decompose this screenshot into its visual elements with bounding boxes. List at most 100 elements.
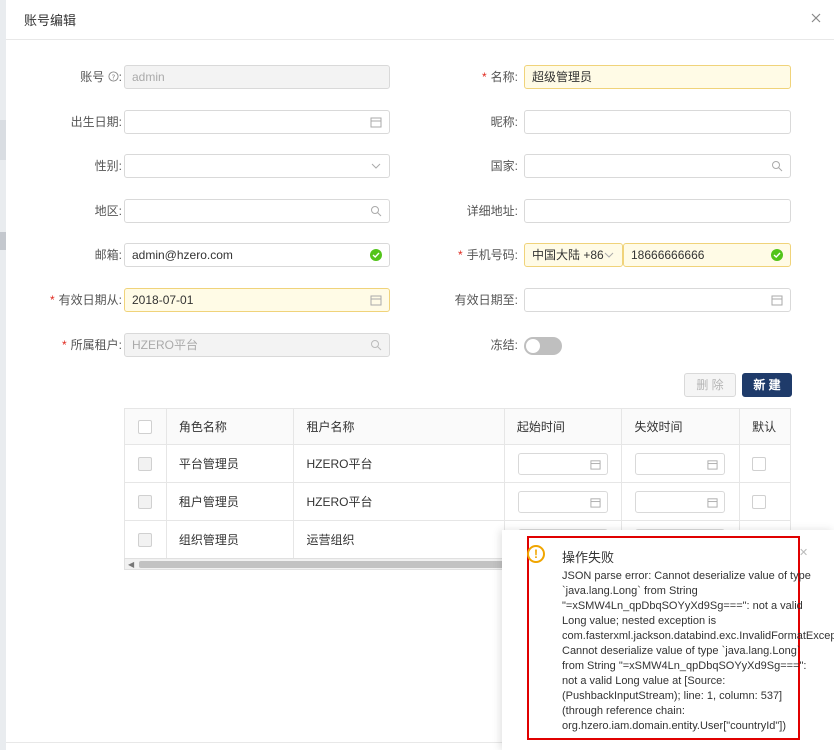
email-label: 邮箱: (94, 248, 122, 262)
close-button[interactable] (806, 8, 826, 28)
header-role-name: 角色名称 (167, 409, 295, 444)
start-time-datepicker[interactable] (517, 452, 608, 475)
start-time-datepicker[interactable] (517, 490, 608, 513)
account-value: admin (132, 70, 165, 84)
role-name-cell: 平台管理员 (167, 445, 295, 482)
valid-from-label: * 有效日期从: (49, 293, 122, 307)
valid-to-datepicker[interactable] (524, 288, 791, 312)
birthday-label: 出生日期: (70, 115, 122, 129)
default-checkbox[interactable] (752, 494, 767, 509)
modal-title: 账号编辑 (24, 13, 77, 28)
notification-close-icon[interactable]: ✕ (799, 546, 808, 559)
default-cell (740, 483, 790, 520)
table-header-row: 角色名称 租户名称 起始时间 失效时间 默认 (125, 409, 790, 445)
calendar-icon (771, 295, 783, 306)
gender-select[interactable] (124, 154, 390, 178)
name-input[interactable]: 超级管理员 (524, 65, 791, 89)
default-checkbox[interactable] (752, 456, 767, 471)
header-tenant-name: 租户名称 (294, 409, 505, 444)
valid-to-label: 有效日期至: (454, 293, 518, 307)
row-select-cell (125, 483, 167, 520)
start-time-cell (505, 483, 623, 520)
modal-header: 账号编辑 (6, 0, 834, 40)
tenant-lookup[interactable]: HZERO平台 (124, 333, 390, 357)
phone-country-code-select[interactable]: 中国大陆 +86 (524, 243, 623, 267)
calendar-icon (590, 497, 601, 508)
phone-value: 18666666666 (631, 248, 705, 262)
check-circle-icon (370, 249, 382, 261)
row-checkbox[interactable] (138, 532, 153, 547)
new-button[interactable]: 新 建 (742, 373, 792, 397)
svg-text:?: ? (111, 72, 115, 81)
scrollbar-thumb[interactable] (139, 561, 509, 568)
frozen-label: 冻结: (490, 338, 518, 352)
phone-label: * 手机号码: (457, 248, 518, 262)
header-default: 默认 (752, 420, 777, 434)
row-checkbox[interactable] (138, 494, 153, 509)
row-select-cell (125, 445, 167, 482)
role-name-cell: 组织管理员 (167, 521, 295, 558)
chevron-down-icon (371, 163, 381, 169)
tenant-name-cell: HZERO平台 (294, 445, 505, 482)
email-input[interactable]: admin@hzero.com (124, 243, 390, 267)
role-name-cell: 租户管理员 (167, 483, 295, 520)
account-label: 账号 ?: (80, 70, 122, 84)
phone-input[interactable]: 18666666666 (623, 243, 791, 267)
nickname-input[interactable] (524, 110, 791, 134)
chevron-down-icon (604, 252, 614, 258)
country-label: 国家: (490, 159, 518, 173)
check-circle-icon (771, 249, 783, 261)
address-label: 详细地址: (466, 204, 518, 218)
calendar-icon (370, 117, 382, 128)
row-checkbox[interactable] (138, 456, 153, 471)
notification-message-line: `java.lang.Long` from String (562, 585, 698, 597)
table-row: 平台管理员 HZERO平台 (125, 445, 790, 483)
notification-message-line: org.hzero.iam.domain.entity.User["countr… (562, 720, 787, 732)
notification-title: 操作失败 (562, 550, 615, 565)
notification-message-line: com.fasterxml.jackson.databind.exc.Inval… (562, 630, 834, 642)
frozen-toggle[interactable] (524, 337, 562, 355)
tenant-value: HZERO平台 (132, 338, 199, 352)
region-lookup[interactable] (124, 199, 390, 223)
select-all-cell (125, 409, 167, 444)
valid-from-datepicker[interactable]: 2018-07-01 (124, 288, 390, 312)
table-row: 租户管理员 HZERO平台 (125, 483, 790, 521)
address-input[interactable] (524, 199, 791, 223)
row-select-cell (125, 521, 167, 558)
tenant-name-cell: 运营组织 (294, 521, 505, 558)
account-input[interactable]: admin (124, 65, 390, 89)
close-icon (811, 13, 821, 23)
notification-message-line: (through reference chain: (562, 705, 685, 717)
name-value: 超级管理员 (532, 70, 593, 84)
birthday-datepicker[interactable] (124, 110, 390, 134)
delete-button[interactable]: 删 除 (684, 373, 736, 397)
region-label: 地区: (94, 204, 122, 218)
notification-message-line: Long value; nested exception is (562, 615, 717, 627)
default-cell (740, 445, 790, 482)
country-lookup[interactable] (524, 154, 791, 178)
start-time-cell (505, 445, 623, 482)
calendar-icon (707, 459, 719, 470)
help-icon: ? (108, 71, 119, 82)
select-all-checkbox[interactable] (138, 419, 153, 434)
table-horizontal-scrollbar[interactable]: ◀ (124, 558, 514, 570)
notification-message-line: from String "=xSMW4Ln_qpDbqSOYyXd9Sg==="… (562, 660, 807, 672)
notification-message-line: JSON parse error: Cannot deserialize val… (562, 570, 811, 582)
end-time-datepicker[interactable] (635, 452, 726, 475)
end-time-cell (622, 445, 741, 482)
end-time-datepicker[interactable] (635, 490, 726, 513)
valid-from-value: 2018-07-01 (132, 293, 194, 307)
nickname-label: 昵称: (490, 115, 518, 129)
gender-label: 性别: (94, 159, 122, 173)
name-label: * 名称: (481, 70, 518, 84)
end-time-cell (622, 483, 741, 520)
notification-message-line: Cannot deserialize value of type `java.l… (562, 645, 801, 657)
email-value: admin@hzero.com (132, 248, 233, 262)
scroll-left-icon[interactable]: ◀ (128, 561, 134, 569)
search-icon (371, 340, 382, 351)
warning-icon: ! (527, 545, 545, 563)
phone-country-code-value: 中国大陆 +86 (532, 248, 604, 262)
notification-message-line: "=xSMW4Ln_qpDbqSOYyXd9Sg===": not a vali… (562, 600, 803, 612)
tenant-label: * 所属租户: (61, 338, 122, 352)
calendar-icon (590, 459, 601, 470)
